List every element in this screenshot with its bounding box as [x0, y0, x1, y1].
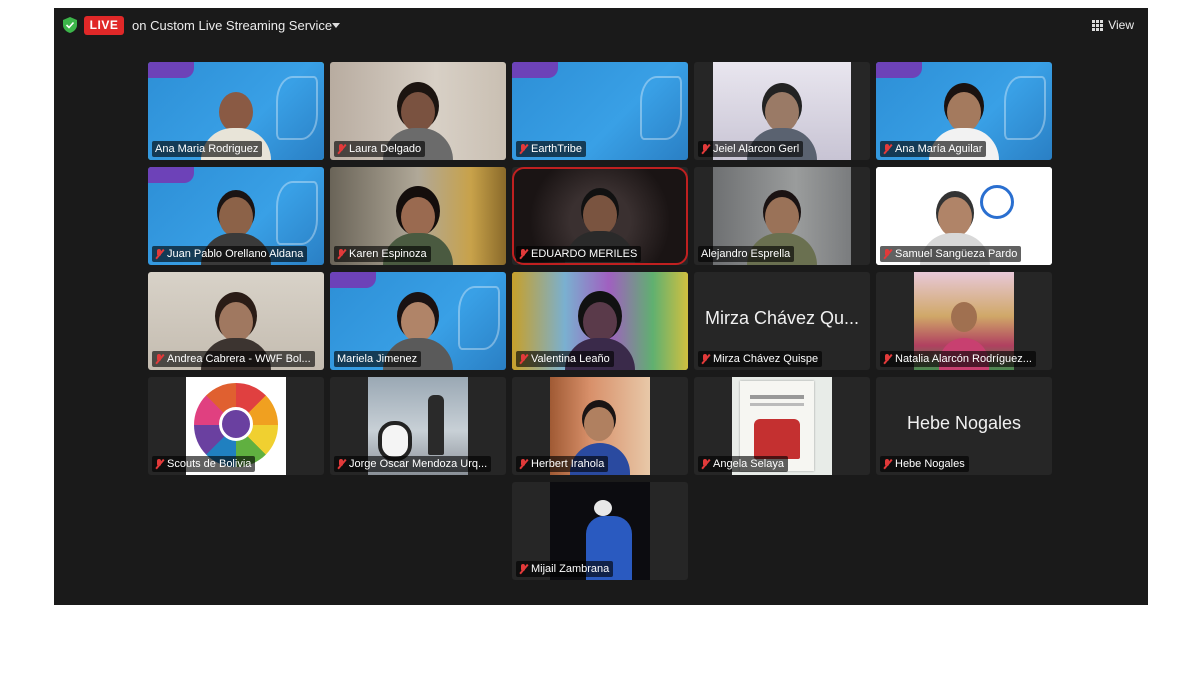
participant-name-label: Valentina Leaño — [516, 351, 614, 367]
mic-muted-icon — [701, 354, 710, 364]
panda-logo-icon — [980, 185, 1014, 219]
participant-name-label: EarthTribe — [516, 141, 586, 157]
view-button-label: View — [1108, 18, 1134, 32]
participant-tile[interactable]: Scouts de Bolivia — [148, 377, 324, 475]
mic-muted-icon — [155, 459, 164, 469]
participant-tile[interactable]: Mijail Zambrana — [512, 482, 688, 580]
participant-tile[interactable]: Ana María Aguilar — [876, 62, 1052, 160]
mic-muted-icon — [883, 249, 892, 259]
meeting-top-bar: LIVE on Custom Live Streaming Service Vi… — [54, 8, 1148, 42]
mic-muted-icon — [337, 249, 346, 259]
participant-name-label: Natalia Alarcón Rodríguez... — [880, 351, 1036, 367]
participant-name-label: Ana Maria Rodriguez — [152, 141, 263, 157]
mic-muted-icon — [337, 459, 346, 469]
grid-view-icon — [1092, 19, 1104, 31]
participant-tile[interactable]: Jeiel Alarcon Gerl — [694, 62, 870, 160]
zoom-meeting-window: LIVE on Custom Live Streaming Service Vi… — [54, 8, 1148, 605]
participant-name-label: EDUARDO MERILES — [516, 246, 642, 262]
mic-muted-icon — [883, 459, 892, 469]
participant-tile[interactable]: Herbert Irahola — [512, 377, 688, 475]
standing-person — [428, 395, 444, 455]
mic-muted-icon — [519, 564, 528, 574]
chevron-down-icon[interactable] — [332, 23, 340, 28]
participant-name-label: Juan Pablo Orellano Aldana — [152, 246, 308, 262]
participant-name-label: Herbert Irahola — [516, 456, 609, 472]
participant-name-label: Samuel Sangüeza Pardo — [880, 246, 1022, 262]
participant-tile[interactable]: Ana Maria Rodriguez — [148, 62, 324, 160]
participant-name-label: Mijail Zambrana — [516, 561, 614, 577]
mic-muted-icon — [519, 459, 528, 469]
participant-name-label: Andrea Cabrera - WWF Bol... — [152, 351, 315, 367]
participant-display-name: Hebe Nogales — [906, 413, 1022, 433]
participant-tile[interactable]: Mirza Chávez Qu... Mirza Chávez Quispe — [694, 272, 870, 370]
shield-icon[interactable] — [63, 17, 77, 33]
mic-muted-icon — [519, 354, 528, 364]
participant-tile[interactable]: Juan Pablo Orellano Aldana — [148, 167, 324, 265]
mic-muted-icon — [701, 144, 710, 154]
participant-tile[interactable]: Andrea Cabrera - WWF Bol... — [148, 272, 324, 370]
mic-muted-icon — [519, 144, 528, 154]
participant-display-name: Mirza Chávez Qu... — [704, 308, 860, 328]
participant-tile[interactable]: Mariela Jimenez — [330, 272, 506, 370]
participant-name-label: Mariela Jimenez — [334, 351, 422, 367]
mic-muted-icon — [155, 354, 164, 364]
participant-tile[interactable]: Angela Selaya — [694, 377, 870, 475]
mic-muted-icon — [155, 249, 164, 259]
participant-name-label: Alejandro Esprella — [698, 246, 795, 262]
participant-tile[interactable]: Samuel Sangüeza Pardo — [876, 167, 1052, 265]
streaming-service-label[interactable]: on Custom Live Streaming Service — [132, 18, 332, 33]
participant-name-label: Jeiel Alarcon Gerl — [698, 141, 804, 157]
view-button[interactable]: View — [1092, 18, 1134, 32]
participant-tile[interactable]: Laura Delgado — [330, 62, 506, 160]
mic-muted-icon — [519, 249, 528, 259]
panda-toy — [378, 421, 412, 461]
participant-name-label: Scouts de Bolivia — [152, 456, 256, 472]
participant-tile[interactable]: EDUARDO MERILES — [512, 167, 688, 265]
participant-name-label: Mirza Chávez Quispe — [698, 351, 823, 367]
mic-muted-icon — [883, 354, 892, 364]
participant-tile[interactable]: Hebe Nogales Hebe Nogales — [876, 377, 1052, 475]
participant-name-label: Laura Delgado — [334, 141, 426, 157]
participant-name-label: Ana María Aguilar — [880, 141, 987, 157]
participant-silhouette — [594, 500, 612, 516]
mic-muted-icon — [701, 459, 710, 469]
live-badge[interactable]: LIVE — [84, 16, 124, 35]
participant-tile[interactable]: Jorge Oscar Mendoza Urq... — [330, 377, 506, 475]
participant-tile[interactable]: Valentina Leaño — [512, 272, 688, 370]
participant-tile[interactable]: Alejandro Esprella — [694, 167, 870, 265]
participant-tile[interactable]: Karen Espinoza — [330, 167, 506, 265]
fleur-de-lis-icon — [219, 407, 253, 441]
participant-tile[interactable]: Natalia Alarcón Rodríguez... — [876, 272, 1052, 370]
participant-name-label: Angela Selaya — [698, 456, 788, 472]
mic-muted-icon — [883, 144, 892, 154]
participant-tile[interactable]: EarthTribe — [512, 62, 688, 160]
participant-name-label: Hebe Nogales — [880, 456, 969, 472]
participant-name-label: Jorge Oscar Mendoza Urq... — [334, 456, 492, 472]
participant-name-label: Karen Espinoza — [334, 246, 431, 262]
mic-muted-icon — [337, 144, 346, 154]
